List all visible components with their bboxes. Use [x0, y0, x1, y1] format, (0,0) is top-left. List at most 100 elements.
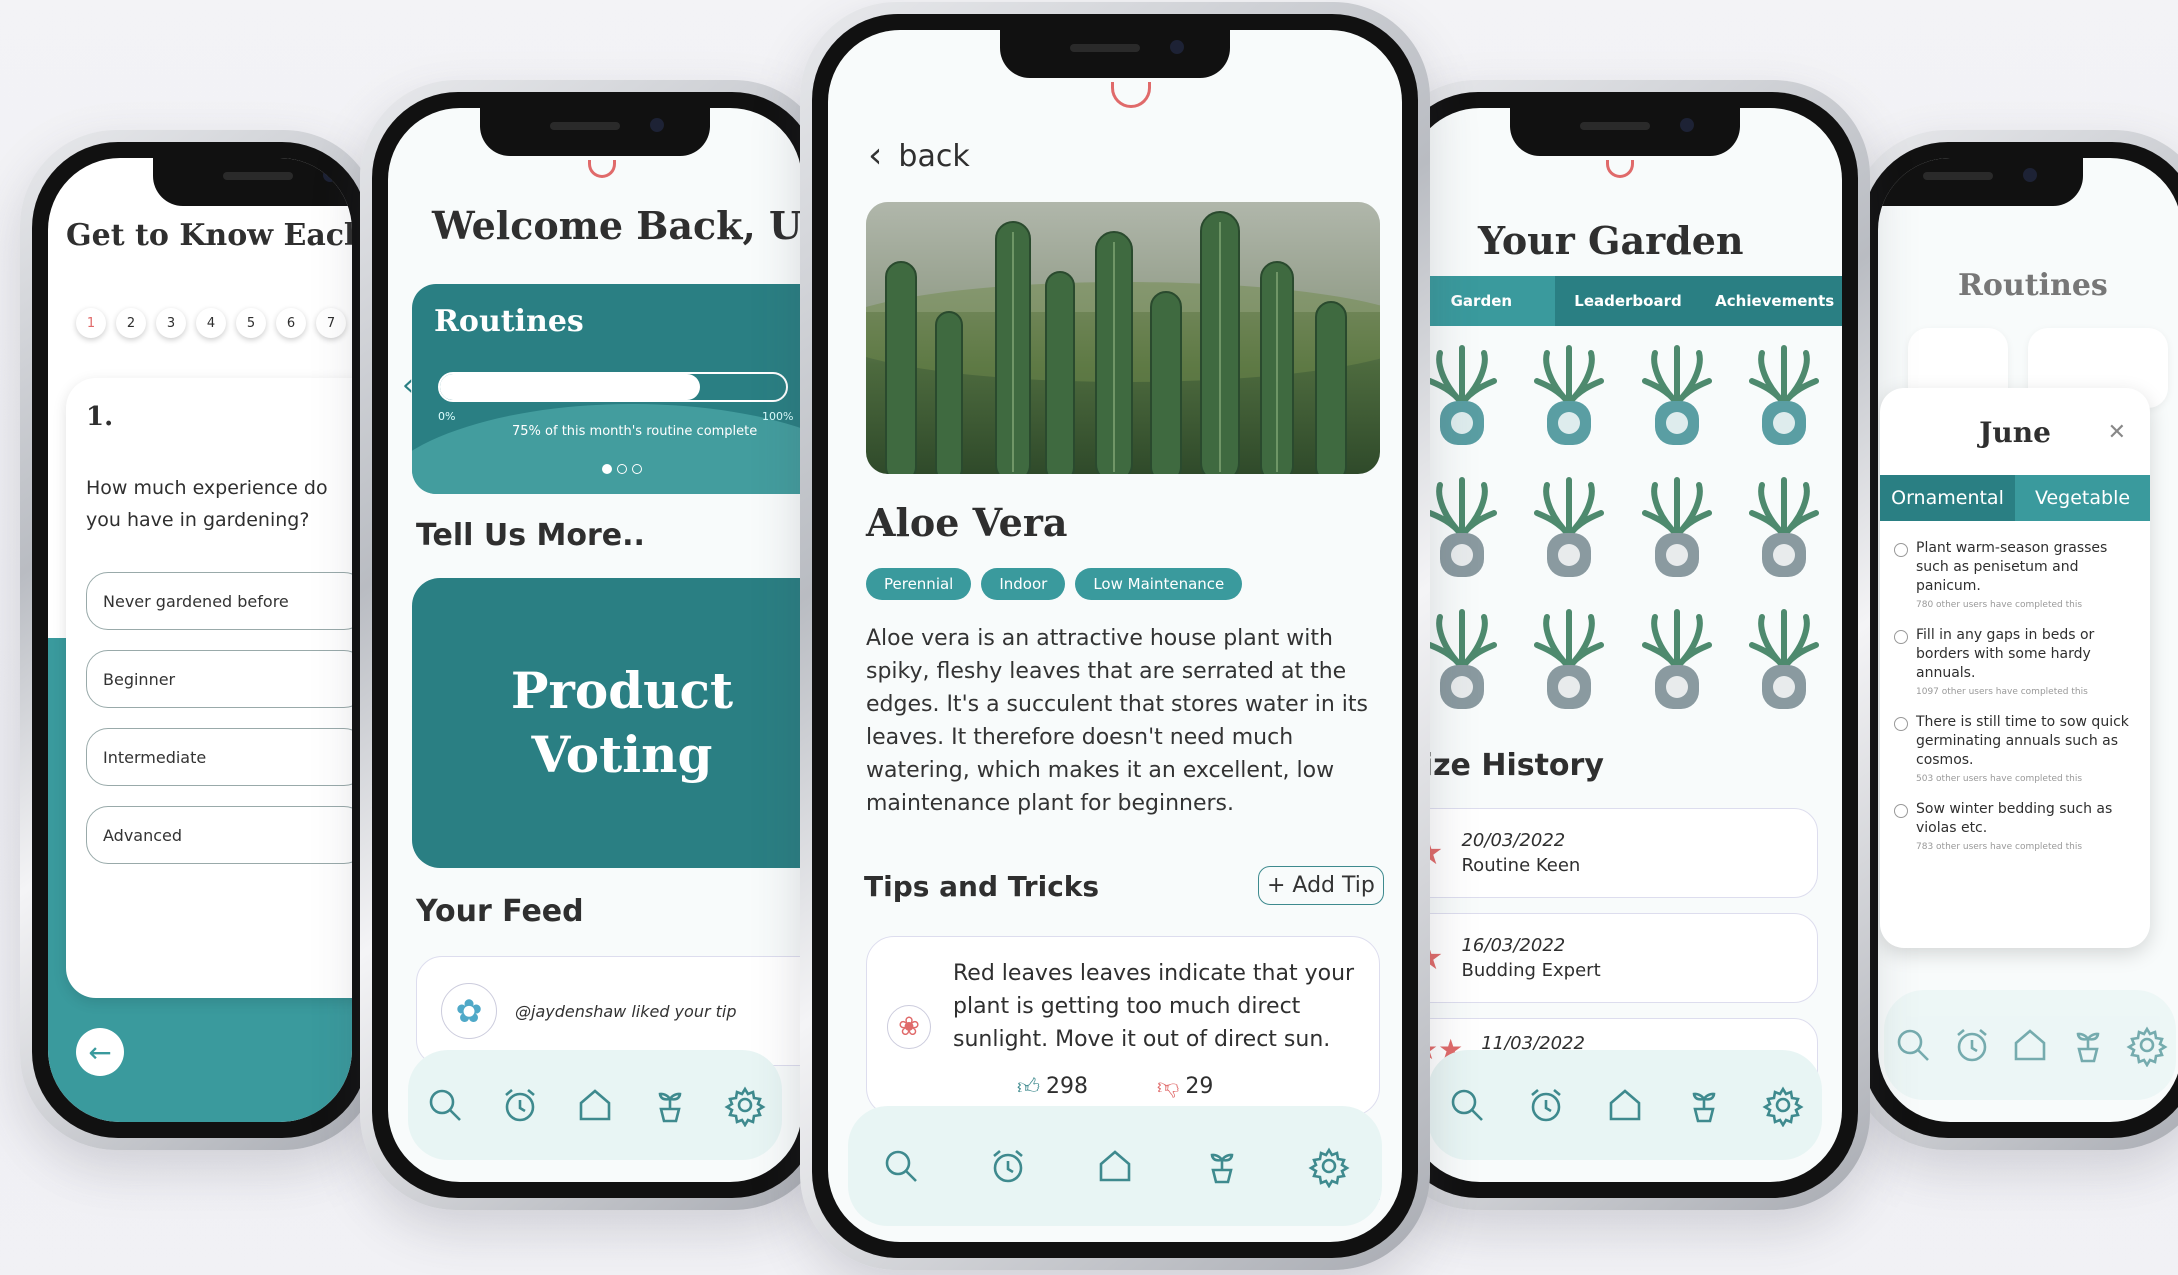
add-tip-button[interactable]: + Add Tip — [1258, 866, 1384, 905]
phone-bezel: Get to Know Each Othe 1 2 3 4 5 6 7 1. H… — [32, 142, 368, 1138]
notch — [1510, 108, 1740, 156]
search-icon[interactable] — [423, 1083, 467, 1127]
phone-garden: Your Garden Garden Leaderboard Achieveme… — [1380, 80, 1870, 1210]
step-7[interactable]: 7 — [316, 308, 346, 338]
gear-icon[interactable] — [2125, 1023, 2169, 1068]
dot[interactable] — [617, 464, 627, 474]
dot-active[interactable] — [602, 464, 612, 474]
alarm-icon[interactable] — [498, 1083, 542, 1127]
garden-plant-icon[interactable] — [1516, 607, 1624, 717]
checkbox-icon[interactable] — [1894, 630, 1908, 644]
onboarding-title: Get to Know Each Othe — [66, 218, 352, 253]
notch — [480, 108, 710, 156]
lotus-icon: ❀ — [887, 1005, 931, 1049]
tag-perennial[interactable]: Perennial — [866, 568, 972, 600]
search-icon[interactable] — [1891, 1023, 1935, 1067]
task-item[interactable]: Sow winter bedding such as violas etc. 7… — [1894, 800, 2136, 852]
task-item[interactable]: Plant warm-season grasses such as penise… — [1894, 539, 2136, 610]
alarm-icon[interactable] — [1950, 1023, 1994, 1067]
plant-icon[interactable] — [648, 1083, 692, 1127]
garden-plant-icon[interactable] — [1623, 343, 1731, 453]
routines-card[interactable]: Routines 0% 100% 75% of this month's rou… — [412, 284, 802, 494]
close-icon[interactable]: ✕ — [2108, 420, 2126, 445]
garden-plant-icon[interactable] — [1731, 343, 1839, 453]
tag-indoor[interactable]: Indoor — [981, 568, 1066, 600]
search-icon[interactable] — [1445, 1083, 1489, 1127]
tab-achievements[interactable]: Achievements — [1701, 276, 1842, 326]
checkbox-icon[interactable] — [1894, 717, 1908, 731]
home-icon[interactable] — [1603, 1083, 1647, 1127]
task-item[interactable]: There is still time to sow quick germina… — [1894, 713, 2136, 784]
task-text: Sow winter bedding such as violas etc. — [1916, 801, 2113, 836]
phone-bezel: ‹ back Aloe Vera Perennial Indoor Low Ma… — [812, 14, 1418, 1258]
gear-icon[interactable] — [723, 1083, 767, 1128]
category-tabs: Ornamental Vegetable — [1880, 475, 2150, 521]
garden-plant-icon[interactable] — [1731, 475, 1839, 585]
tip-text: Red leaves leaves indicate that your pla… — [953, 961, 1355, 1052]
garden-tabs: Garden Leaderboard Achievements — [1408, 276, 1842, 326]
back-button[interactable]: ‹ back — [868, 138, 970, 174]
progress-bar — [438, 372, 788, 402]
garden-plant-icon[interactable] — [1731, 607, 1839, 717]
prize-item[interactable]: ★ 16/03/2022 Budding Expert — [1408, 913, 1818, 1003]
step-2[interactable]: 2 — [116, 308, 146, 338]
garden-plant-icon[interactable] — [1516, 343, 1624, 453]
plant-description: Aloe vera is an attractive house plant w… — [866, 626, 1368, 816]
tab-leaderboard[interactable]: Leaderboard — [1555, 276, 1702, 326]
alarm-icon[interactable] — [986, 1144, 1030, 1188]
step-3[interactable]: 3 — [156, 308, 186, 338]
plant-photo — [866, 202, 1380, 474]
bottom-nav — [408, 1050, 782, 1160]
logo-icon — [1606, 160, 1634, 178]
notch — [153, 158, 352, 206]
prize-name: Routine Keen — [1461, 855, 1581, 876]
option-beginner[interactable]: Beginner — [86, 650, 352, 708]
card-wave — [412, 404, 802, 494]
like-button[interactable]: 👍︎ 298 — [1017, 1073, 1088, 1100]
home-icon[interactable] — [2008, 1023, 2052, 1067]
dot[interactable] — [632, 464, 642, 474]
gear-icon[interactable] — [1761, 1083, 1805, 1128]
plant-tags: Perennial Indoor Low Maintenance — [866, 568, 1252, 600]
option-intermediate[interactable]: Intermediate — [86, 728, 352, 786]
task-item[interactable]: Fill in any gaps in beds or borders with… — [1894, 626, 2136, 697]
option-never[interactable]: Never gardened before — [86, 572, 352, 630]
tab-garden[interactable]: Garden — [1408, 276, 1555, 326]
search-icon[interactable] — [879, 1144, 923, 1188]
back-arrow-button[interactable]: ← — [76, 1028, 124, 1076]
alarm-icon[interactable] — [1524, 1083, 1568, 1127]
checkbox-icon[interactable] — [1894, 804, 1908, 818]
step-1[interactable]: 1 — [76, 308, 106, 338]
tag-low-maintenance[interactable]: Low Maintenance — [1075, 568, 1243, 600]
question-text: How much experience do you have in garde… — [86, 477, 328, 531]
tab-vegetable[interactable]: Vegetable — [2015, 475, 2150, 521]
phone-screen: Welcome Back, User Routines 0% 100% 75% … — [388, 108, 802, 1182]
month-title: June — [1979, 416, 2051, 449]
gear-icon[interactable] — [1307, 1144, 1351, 1189]
garden-plant-icon[interactable] — [1516, 475, 1624, 585]
progress-min: 0% — [438, 410, 456, 423]
task-text: Fill in any gaps in beds or borders with… — [1916, 627, 2095, 681]
home-icon[interactable] — [1093, 1144, 1137, 1188]
step-4[interactable]: 4 — [196, 308, 226, 338]
option-advanced[interactable]: Advanced — [86, 806, 352, 864]
plant-icon[interactable] — [1200, 1144, 1244, 1188]
plant-name: Aloe Vera — [866, 500, 1068, 545]
bottom-nav — [848, 1106, 1382, 1226]
tab-ornamental[interactable]: Ornamental — [1880, 475, 2015, 521]
plant-icon[interactable] — [2066, 1023, 2110, 1067]
garden-plant-icon[interactable] — [1623, 607, 1731, 717]
prize-item[interactable]: ★ 20/03/2022 Routine Keen — [1408, 808, 1818, 898]
welcome-title: Welcome Back, User — [432, 203, 802, 248]
flower-icon: ✿ — [441, 983, 497, 1039]
chevron-left-icon[interactable]: ‹ — [402, 368, 414, 403]
plant-icon[interactable] — [1682, 1083, 1726, 1127]
home-icon[interactable] — [573, 1083, 617, 1127]
dislike-button[interactable]: 👎︎ 29 — [1157, 1073, 1213, 1100]
step-6[interactable]: 6 — [276, 308, 306, 338]
garden-plant-icon[interactable] — [1623, 475, 1731, 585]
product-voting-card[interactable]: Product Voting — [412, 578, 802, 868]
checkbox-icon[interactable] — [1894, 543, 1908, 557]
step-5[interactable]: 5 — [236, 308, 266, 338]
task-count: 1097 other users have completed this — [1916, 687, 2088, 697]
